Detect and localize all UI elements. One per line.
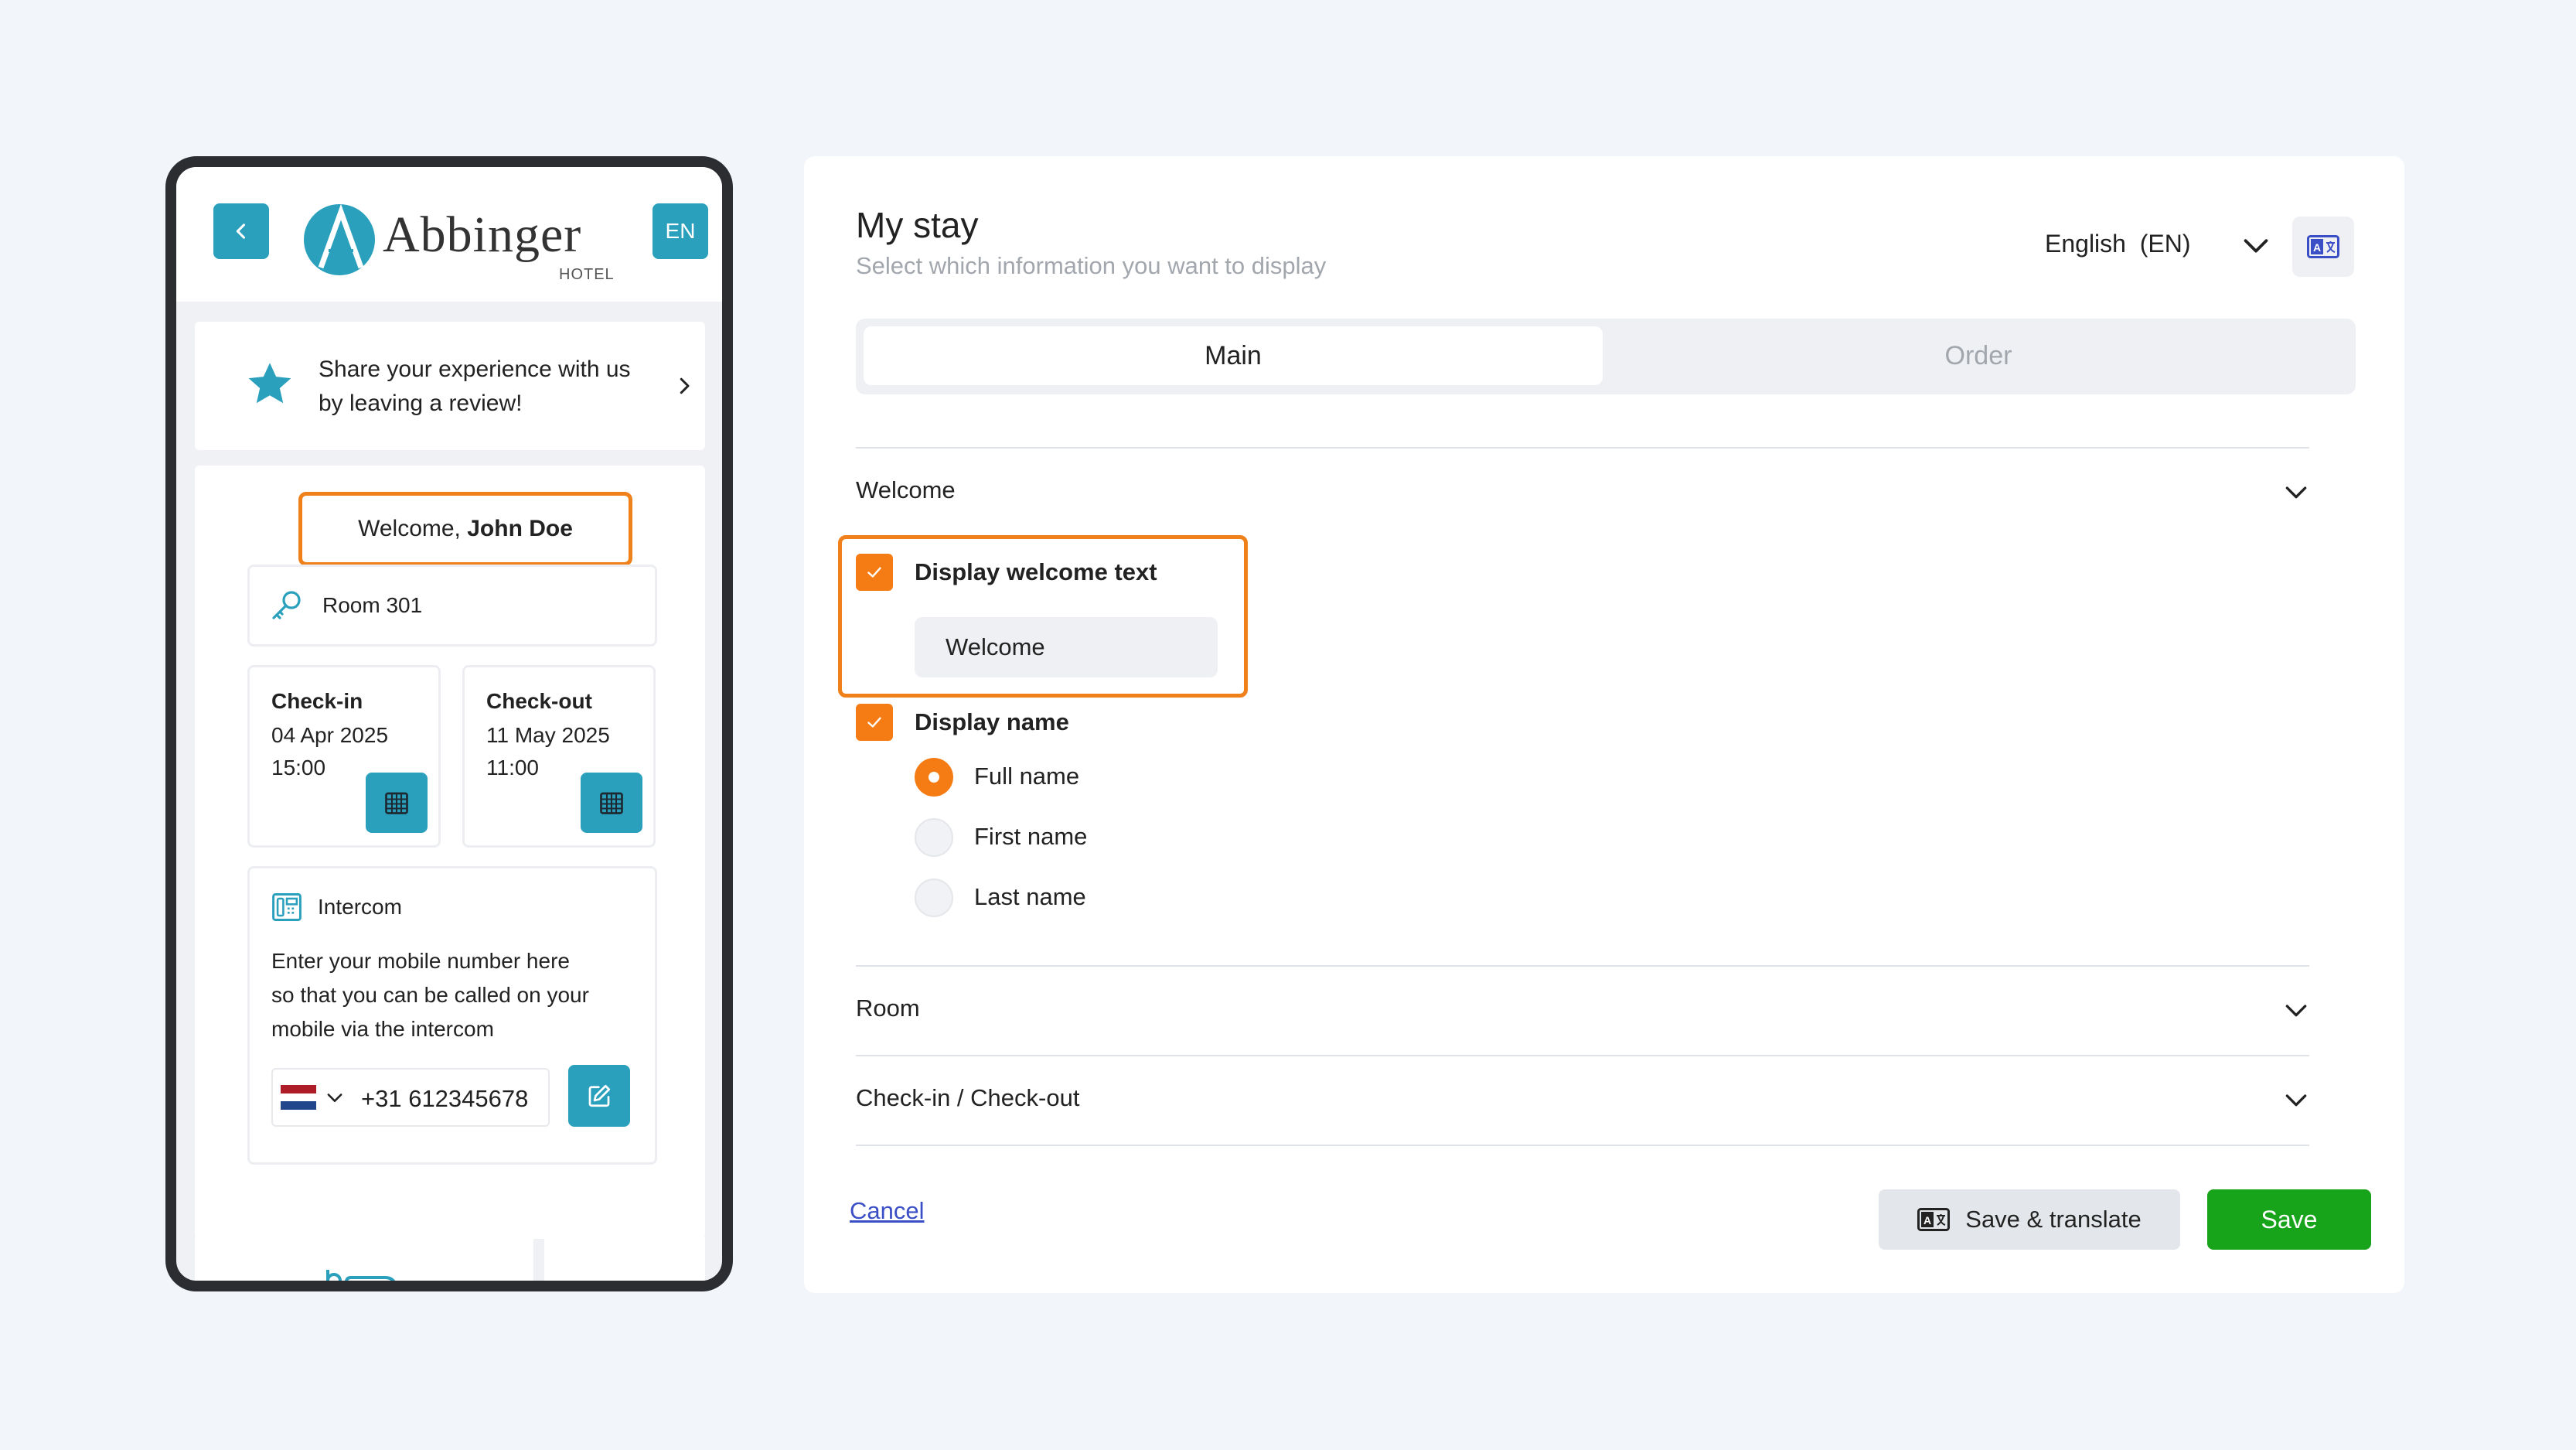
key-icon xyxy=(272,591,301,619)
radio-first-name[interactable] xyxy=(915,818,953,857)
chevron-up-down-icon[interactable] xyxy=(2281,476,2312,507)
calendar-icon xyxy=(600,792,623,814)
bed-icon xyxy=(326,1270,395,1281)
welcome-text-input[interactable]: Welcome xyxy=(915,617,1218,677)
intercom-line-3: mobile via the intercom xyxy=(271,1017,494,1041)
tab-order[interactable]: Order xyxy=(1609,326,2348,385)
radio-last-name[interactable] xyxy=(915,879,953,917)
phone-number-field[interactable]: +31 612345678 xyxy=(271,1068,550,1127)
chevron-right-icon xyxy=(680,377,690,394)
intercom-line-1: Enter your mobile number here xyxy=(271,949,570,973)
save-translate-button[interactable]: A Save & translate xyxy=(1879,1189,2180,1250)
tab-bar: Main Order xyxy=(856,319,2356,394)
welcome-prefix: Welcome, xyxy=(358,516,468,541)
hotel-logo: Abbinger HOTEL xyxy=(302,200,615,285)
section-checkinout-title[interactable]: Check-in / Check-out xyxy=(856,1084,1079,1112)
intercom-box: Intercom Enter your mobile number here s… xyxy=(247,866,657,1165)
svg-text:A: A xyxy=(2313,241,2321,254)
phone-header: Abbinger HOTEL EN xyxy=(176,167,722,302)
radio-first-name-label[interactable]: First name xyxy=(974,823,1087,851)
page-subtitle: Select which information you want to dis… xyxy=(856,252,1327,279)
review-card[interactable]: Share your experience with us by leaving… xyxy=(195,322,705,450)
display-welcome-text-checkbox[interactable] xyxy=(856,554,893,591)
intercom-icon xyxy=(272,893,302,921)
checkin-box: Check-in 04 Apr 2025 15:00 xyxy=(247,665,441,848)
guest-name: John Doe xyxy=(467,516,573,541)
edit-icon xyxy=(588,1084,611,1107)
my-stay-settings-panel: My stay Select which information you wan… xyxy=(804,156,2404,1293)
star-icon xyxy=(248,363,291,404)
phone-preview: Abbinger HOTEL EN Share your experience … xyxy=(165,156,733,1291)
checkout-calendar-button[interactable] xyxy=(581,773,642,833)
page-title: My stay xyxy=(856,205,979,245)
divider xyxy=(856,965,2309,967)
checkin-date: 04 Apr 2025 xyxy=(271,723,389,747)
checkin-label: Check-in xyxy=(271,689,363,713)
logo-sub: HOTEL xyxy=(559,266,615,283)
radio-last-name-label[interactable]: Last name xyxy=(974,883,1086,911)
translate-icon: A xyxy=(1917,1208,1951,1231)
logo-name: Abbinger xyxy=(383,206,582,263)
checkout-date: 11 May 2025 xyxy=(486,723,610,747)
chevron-down-icon[interactable] xyxy=(2281,1084,2312,1115)
divider xyxy=(856,1145,2309,1146)
save-translate-label: Save & translate xyxy=(1965,1206,2142,1233)
checkout-label: Check-out xyxy=(486,689,592,713)
language-select[interactable]: English (EN) xyxy=(2045,230,2191,258)
bottom-card-2 xyxy=(544,1234,705,1281)
intercom-description: Enter your mobile number here so that yo… xyxy=(271,944,589,1046)
review-line-1: Share your experience with us xyxy=(319,357,631,382)
translate-button[interactable]: A xyxy=(2292,217,2354,277)
display-welcome-text-label: Display welcome text xyxy=(915,558,1157,585)
save-button[interactable]: Save xyxy=(2207,1189,2371,1250)
radio-full-name-label[interactable]: Full name xyxy=(974,763,1079,790)
tab-main[interactable]: Main xyxy=(864,326,1603,385)
radio-full-name[interactable] xyxy=(915,758,953,797)
room-number: Room 301 xyxy=(322,593,423,617)
section-welcome-title[interactable]: Welcome xyxy=(856,476,956,504)
checkout-time: 11:00 xyxy=(486,756,539,780)
room-box: Room 301 xyxy=(247,565,657,647)
section-room-title[interactable]: Room xyxy=(856,995,920,1022)
review-prompt: Share your experience with us by leaving… xyxy=(319,353,631,421)
intercom-title: Intercom xyxy=(318,895,402,919)
chevron-down-icon[interactable] xyxy=(2281,995,2312,1025)
back-button[interactable] xyxy=(213,203,269,259)
netherlands-flag-icon xyxy=(281,1085,316,1110)
checkin-calendar-button[interactable] xyxy=(366,773,428,833)
check-icon xyxy=(867,717,881,728)
chevron-down-icon[interactable] xyxy=(2238,227,2274,263)
checkin-time: 15:00 xyxy=(271,756,326,780)
chevron-left-icon xyxy=(236,223,246,239)
review-line-2: by leaving a review! xyxy=(319,391,523,416)
translate-icon: A xyxy=(2307,235,2339,258)
check-icon xyxy=(867,567,881,578)
display-name-label: Display name xyxy=(915,708,1069,735)
welcome-greeting: Welcome, John Doe xyxy=(298,492,632,566)
bottom-card-1 xyxy=(195,1234,533,1281)
divider xyxy=(856,447,2309,449)
divider xyxy=(856,1055,2309,1056)
logo-mark-icon xyxy=(304,203,375,275)
display-name-checkbox[interactable] xyxy=(856,704,893,741)
checkout-box: Check-out 11 May 2025 11:00 xyxy=(462,665,656,848)
edit-phone-button[interactable] xyxy=(568,1065,630,1127)
svg-text:A: A xyxy=(1923,1214,1931,1227)
language-button[interactable]: EN xyxy=(653,203,708,259)
intercom-line-2: so that you can be called on your xyxy=(271,983,589,1007)
calendar-icon xyxy=(385,792,408,814)
phone-number-value: +31 612345678 xyxy=(361,1085,529,1112)
cancel-link[interactable]: Cancel xyxy=(850,1197,925,1225)
chevron-down-icon[interactable] xyxy=(324,1087,346,1108)
